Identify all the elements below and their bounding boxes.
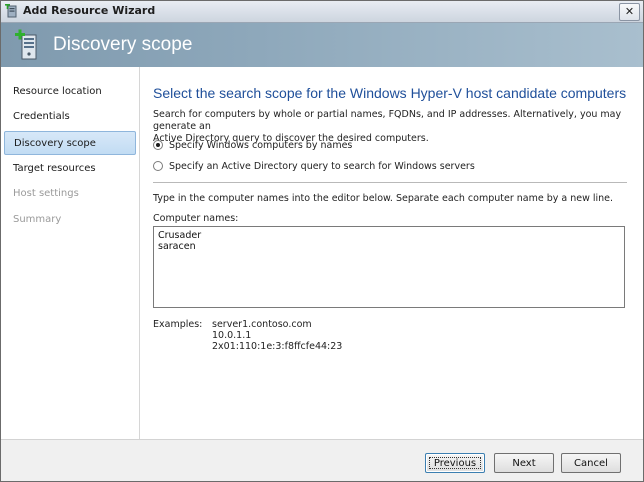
computer-name-entry: Crusader [158, 230, 202, 241]
radio-by-names[interactable] [153, 140, 163, 150]
example-entry: 2x01:110:1e:3:f8ffcfe44:23 [212, 341, 343, 352]
example-entry: 10.0.1.1 [212, 330, 252, 341]
next-button-label: Next [512, 458, 536, 469]
nav-item-resource-location[interactable]: Resource location [4, 80, 136, 104]
wizard-window: Add Resource Wizard ✕ Discovery scope Re… [0, 0, 644, 482]
next-button[interactable]: Next [494, 453, 554, 473]
radio-ad-query[interactable] [153, 161, 163, 171]
wizard-steps-nav: Resource location Credentials Discovery … [1, 67, 140, 439]
cancel-button-label: Cancel [574, 458, 608, 469]
button-bar: Previous Next Cancel [1, 439, 643, 481]
examples-list: server1.contoso.com 10.0.1.1 2x01:110:1e… [212, 319, 342, 352]
nav-item-summary: Summary [13, 214, 62, 225]
previous-button[interactable]: Previous [425, 453, 485, 473]
nav-item-target-resources[interactable]: Target resources [4, 157, 136, 181]
previous-button-label: Previous [433, 458, 477, 469]
server-add-icon [15, 29, 37, 60]
example-entry: server1.contoso.com [212, 319, 312, 330]
wizard-app-icon [5, 4, 17, 18]
header-banner: Discovery scope [1, 23, 643, 67]
nav-item-host-settings: Host settings [13, 188, 79, 199]
section-heading: Select the search scope for the Windows … [153, 85, 627, 101]
main-panel: Select the search scope for the Windows … [140, 67, 643, 439]
close-icon: ✕ [624, 5, 635, 18]
window-title: Add Resource Wizard [23, 4, 156, 17]
computer-name-entry: saracen [158, 241, 196, 252]
close-button[interactable]: ✕ [619, 3, 640, 21]
page-title: Discovery scope [53, 34, 193, 55]
option-ad-query-label: Specify an Active Directory query to sea… [169, 161, 475, 172]
title-bar[interactable]: Add Resource Wizard ✕ [1, 1, 643, 23]
computer-names-editor[interactable]: Crusader saracen [153, 226, 625, 308]
cancel-button[interactable]: Cancel [561, 453, 621, 473]
instruction-text: Type in the computer names into the edit… [153, 193, 614, 204]
option-by-names-label: Specify Windows computers by names [169, 140, 353, 151]
computer-names-label: Computer names: [153, 213, 239, 224]
nav-item-credentials[interactable]: Credentials [4, 105, 136, 129]
divider [153, 182, 627, 183]
nav-item-discovery-scope[interactable]: Discovery scope [4, 131, 136, 155]
examples-label: Examples: [153, 319, 203, 330]
description-line-1: Search for computers by whole or partial… [153, 109, 622, 132]
